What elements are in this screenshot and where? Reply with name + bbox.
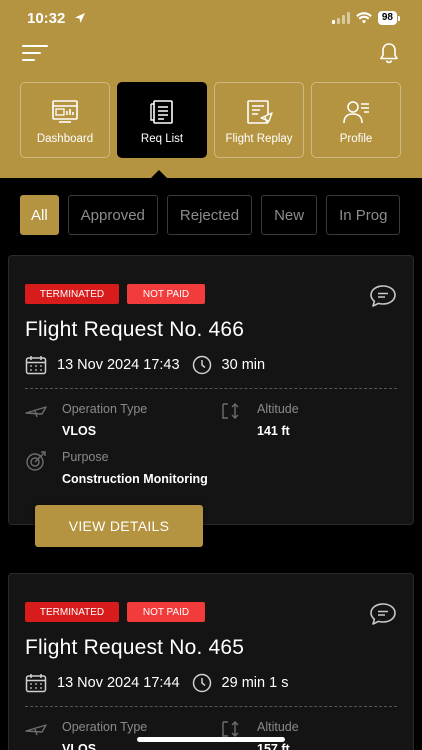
purpose-field: Purpose Construction Monitoring <box>62 450 208 486</box>
filter-approved[interactable]: Approved <box>67 195 158 235</box>
app-header: 10:32 98 Dashboard Req List Flight Repla… <box>0 0 422 178</box>
nav-flight-replay-label: Flight Replay <box>225 133 293 145</box>
nav-profile-label: Profile <box>339 133 373 145</box>
clock-icon <box>192 355 211 375</box>
payment-badge: NOT PAID <box>127 284 205 304</box>
filter-new[interactable]: New <box>261 195 318 235</box>
hamburger-menu-icon[interactable] <box>22 44 48 62</box>
altitude-field: Altitude 141 ft <box>257 402 299 438</box>
calendar-icon <box>25 674 47 693</box>
altitude-value: 141 ft <box>257 424 290 438</box>
request-datetime: 13 Nov 2024 17:43 <box>57 357 180 373</box>
battery-level: 98 <box>377 11 397 25</box>
drone-plane-icon <box>25 406 47 418</box>
filter-in-progress[interactable]: In Prog <box>326 195 401 235</box>
chat-bubble-icon[interactable] <box>369 602 397 626</box>
filter-chips: All Approved Rejected New In Prog <box>20 195 401 235</box>
status-badge: TERMINATED <box>25 602 119 622</box>
request-card[interactable]: TERMINATED NOT PAID Flight Request No. 4… <box>8 255 414 547</box>
altitude-label: Altitude <box>257 402 299 416</box>
nav-req-list-label: Req List <box>140 133 184 145</box>
operation-type-value: VLOS <box>62 742 97 750</box>
dashboard-icon <box>52 100 78 123</box>
request-datetime: 13 Nov 2024 17:44 <box>57 675 180 691</box>
request-duration: 30 min <box>221 357 266 373</box>
altitude-value: 157 ft <box>257 742 290 750</box>
nav-profile[interactable]: Profile <box>311 82 401 158</box>
nav-dashboard-label: Dashboard <box>36 133 94 145</box>
request-meta: 13 Nov 2024 17:43 30 min <box>25 355 265 375</box>
filter-all[interactable]: All <box>20 195 59 235</box>
view-details-button[interactable]: VIEW DETAILS <box>35 505 203 547</box>
calendar-icon <box>25 356 47 375</box>
card-divider <box>25 388 397 389</box>
altitude-field: Altitude 157 ft <box>257 720 299 750</box>
nav-req-list[interactable]: Req List <box>117 82 207 158</box>
chat-bubble-icon[interactable] <box>369 284 397 308</box>
target-icon <box>26 451 46 471</box>
nav-dashboard[interactable]: Dashboard <box>20 82 110 158</box>
clock-icon <box>192 673 211 693</box>
card-divider <box>25 706 397 707</box>
request-card[interactable]: TERMINATED NOT PAID Flight Request No. 4… <box>8 573 414 750</box>
req-list-icon <box>150 100 173 124</box>
operation-type-field: Operation Type VLOS <box>62 720 147 750</box>
request-title: Flight Request No. 466 <box>25 318 245 341</box>
flight-replay-icon <box>247 100 273 124</box>
altitude-icon <box>222 403 239 419</box>
drone-plane-icon <box>25 724 47 736</box>
location-arrow-icon <box>75 13 85 23</box>
purpose-value: Construction Monitoring <box>62 472 208 486</box>
notification-bell-icon[interactable] <box>378 41 400 65</box>
status-indicators: 98 <box>331 11 400 25</box>
operation-type-label: Operation Type <box>62 402 148 416</box>
operation-type-label: Operation Type <box>62 720 148 734</box>
filter-rejected[interactable]: Rejected <box>166 195 253 235</box>
operation-type-value: VLOS <box>62 424 97 438</box>
altitude-icon <box>222 721 239 737</box>
home-indicator[interactable] <box>137 737 285 742</box>
cellular-signal-icon <box>331 12 350 24</box>
active-tab-indicator <box>150 170 168 179</box>
request-title: Flight Request No. 465 <box>25 636 245 659</box>
altitude-label: Altitude <box>257 720 299 734</box>
battery-icon: 98 <box>377 11 400 25</box>
wifi-icon <box>356 12 372 24</box>
main-nav: Dashboard Req List Flight Replay Profile <box>0 82 422 158</box>
request-meta: 13 Nov 2024 17:44 29 min 1 s <box>25 673 288 693</box>
payment-badge: NOT PAID <box>127 602 205 622</box>
request-duration: 29 min 1 s <box>221 675 289 691</box>
status-time: 10:32 <box>27 10 66 27</box>
status-badge: TERMINATED <box>25 284 119 304</box>
operation-type-field: Operation Type VLOS <box>62 402 147 438</box>
nav-flight-replay[interactable]: Flight Replay <box>214 82 304 158</box>
profile-icon <box>343 101 369 124</box>
purpose-label: Purpose <box>62 450 109 464</box>
status-bar: 10:32 98 <box>0 0 422 38</box>
